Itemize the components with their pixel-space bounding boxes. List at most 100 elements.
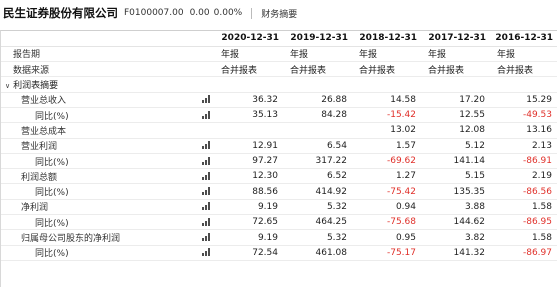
column-header-row: 2020-12-31 2019-12-31 2018-12-31 2017-12… [1, 31, 557, 47]
table-cell: 1.58 [491, 229, 557, 246]
table-cell: -86.95 [491, 214, 557, 231]
table-cell [215, 122, 284, 139]
icon-cell [197, 76, 215, 93]
meta-row: 报告期 年报 年报 年报 年报 年报 [1, 46, 557, 63]
icon-cell[interactable] [197, 92, 215, 108]
header-divider [251, 7, 253, 19]
bar-chart-icon[interactable] [201, 95, 211, 104]
row-label: 营业总收入 [1, 92, 197, 108]
table-cell: 2.13 [491, 138, 557, 154]
column-header[interactable]: 2018-12-31 [353, 31, 422, 47]
row-label: 同比(%) [1, 245, 197, 261]
table-cell: 12.55 [422, 107, 491, 124]
collapse-toggle-icon[interactable]: ∨ [5, 82, 10, 90]
table-cell: 26.88 [284, 92, 353, 108]
table-cell: 14.58 [353, 92, 422, 108]
table-cell: -75.42 [353, 183, 422, 200]
table-row: 同比(%) 72.65 464.25 -75.68 144.62 -86.95 [1, 214, 557, 231]
table-cell: 年报 [215, 46, 284, 63]
table-cell: 135.35 [422, 183, 491, 200]
table-cell: 12.91 [215, 138, 284, 154]
icon-cell [197, 46, 215, 63]
table-cell [284, 122, 353, 139]
row-label: 归属母公司股东的净利润 [1, 229, 197, 246]
table-row: 营业利润 12.91 6.54 1.57 5.12 2.13 [1, 138, 557, 154]
table-cell: 84.28 [284, 107, 353, 124]
table-cell: -75.68 [353, 214, 422, 231]
row-label: 同比(%) [1, 153, 197, 170]
table-cell: 年报 [284, 46, 353, 63]
table-row: 营业总收入 36.32 26.88 14.58 17.20 15.29 [1, 92, 557, 108]
icon-cell[interactable] [197, 245, 215, 261]
table-row: 利润总额 12.30 6.52 1.27 5.15 2.19 [1, 168, 557, 185]
icon-cell[interactable] [197, 229, 215, 246]
table-cell: -86.97 [491, 245, 557, 261]
icon-cell[interactable] [197, 168, 215, 185]
bar-chart-icon[interactable] [201, 171, 211, 180]
table-cell: 5.15 [422, 168, 491, 185]
icon-cell[interactable] [197, 107, 215, 124]
icon-cell[interactable] [197, 138, 215, 154]
bar-chart-icon[interactable] [201, 248, 211, 257]
bar-chart-icon[interactable] [201, 141, 211, 150]
table-cell: 9.19 [215, 199, 284, 216]
financial-summary-table: 2020-12-31 2019-12-31 2018-12-31 2017-12… [0, 30, 557, 287]
table-cell: 0.95 [353, 229, 422, 246]
bar-chart-icon[interactable] [201, 233, 211, 241]
table-cell: 13.02 [353, 122, 422, 139]
table-cell: 6.52 [284, 168, 353, 185]
table-cell: 合并报表 [353, 61, 422, 78]
column-header[interactable]: 2017-12-31 [422, 31, 491, 47]
column-header[interactable]: 2016-12-31 [491, 31, 557, 47]
table-cell: 17.20 [422, 92, 491, 108]
icon-cell[interactable] [197, 153, 215, 170]
table-row: 净利润 9.19 5.32 0.94 3.88 1.58 [1, 199, 557, 216]
icon-cell [197, 61, 215, 78]
table-cell: 144.62 [422, 214, 491, 231]
table-cell: 合并报表 [491, 61, 557, 78]
table-cell: 12.08 [422, 122, 491, 139]
row-label: 数据来源 [1, 61, 197, 78]
table-cell: 5.12 [422, 138, 491, 154]
group-label-cell[interactable]: ∨ 利润表摘要 [1, 76, 197, 93]
table-cell: 317.22 [284, 153, 353, 170]
table-cell [284, 76, 353, 93]
table-cell: -69.62 [353, 153, 422, 170]
row-label: 营业总成本 [1, 122, 197, 139]
table-cell: 9.19 [215, 229, 284, 246]
table-cell: -86.56 [491, 183, 557, 200]
table-cell: 72.54 [215, 245, 284, 261]
table-cell: 35.13 [215, 107, 284, 124]
icon-cell[interactable] [197, 214, 215, 231]
table-cell: 464.25 [284, 214, 353, 231]
row-label: 净利润 [1, 199, 197, 216]
table-row: 营业总成本 13.02 12.08 13.16 [1, 122, 557, 139]
column-header[interactable]: 2020-12-31 [215, 31, 284, 47]
icon-cell[interactable] [197, 183, 215, 200]
table-cell: 97.27 [215, 153, 284, 170]
group-row[interactable]: ∨ 利润表摘要 [1, 76, 557, 93]
table-cell: 年报 [353, 46, 422, 63]
row-label: 报告期 [1, 46, 197, 63]
icon-cell[interactable] [197, 199, 215, 216]
table-cell: 15.29 [491, 92, 557, 108]
bar-chart-icon[interactable] [201, 110, 211, 119]
table-cell: 1.27 [353, 168, 422, 185]
title-bar: 民生证券股份有限公司 F0100007.00 0.00 0.00% 财务摘要 [0, 0, 557, 26]
bar-chart-icon[interactable] [201, 156, 211, 165]
table-row: 同比(%) 72.54 461.08 -75.17 141.32 -86.97 [1, 245, 557, 261]
header-icon-blank [197, 31, 215, 47]
table-cell: 3.88 [422, 199, 491, 216]
table-cell: 414.92 [284, 183, 353, 200]
table-cell: 141.32 [422, 245, 491, 261]
table-cell: -49.53 [491, 107, 557, 124]
bar-chart-icon[interactable] [201, 217, 211, 226]
bar-chart-icon[interactable] [201, 202, 211, 211]
table-cell: 12.30 [215, 168, 284, 185]
table-cell: 0.94 [353, 199, 422, 216]
table-cell: -75.17 [353, 245, 422, 261]
security-code: F0100007.00 [124, 8, 184, 18]
bar-chart-icon[interactable] [201, 187, 211, 196]
table-cell [353, 76, 422, 93]
column-header[interactable]: 2019-12-31 [284, 31, 353, 47]
